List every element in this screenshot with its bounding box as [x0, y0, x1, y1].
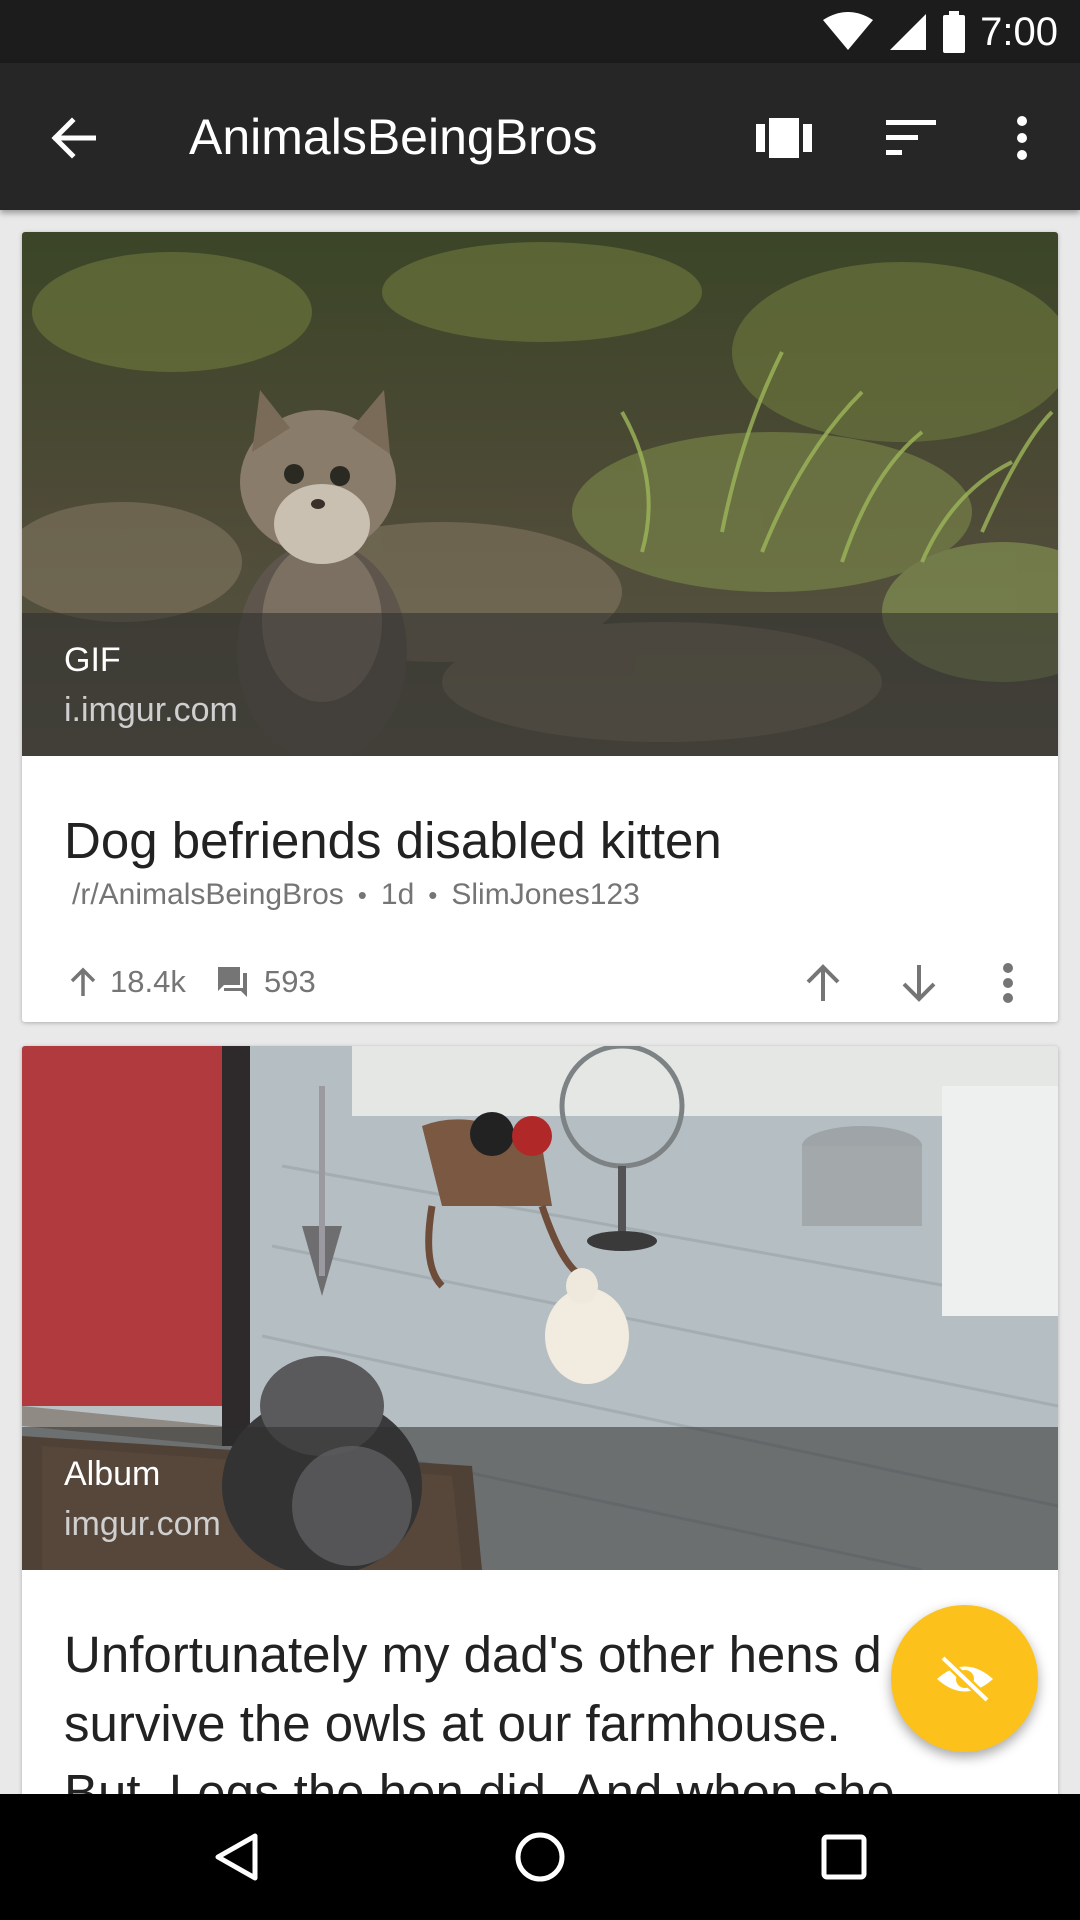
- clock: 7:00: [980, 9, 1058, 54]
- nav-home-icon: [514, 1831, 566, 1883]
- score-count: 18.4k: [110, 964, 186, 999]
- nav-back-button[interactable]: [201, 1822, 271, 1892]
- system-navigation-bar: [0, 1794, 1080, 1920]
- card-view-button[interactable]: [749, 103, 819, 173]
- post-age: 1d: [380, 878, 415, 911]
- status-icons: 7:00: [822, 8, 1058, 56]
- post-title-line: Unfortunately my dad's other hens d: [64, 1626, 882, 1683]
- sort-button[interactable]: [876, 103, 946, 173]
- nav-recents-icon: [821, 1834, 867, 1880]
- post-feed[interactable]: GIF i.imgur.com Dog befriends disabled k…: [0, 210, 1080, 1794]
- battery-icon: [942, 11, 966, 53]
- domain-label: imgur.com: [64, 1505, 221, 1543]
- media-type-label: Album: [64, 1455, 161, 1493]
- separator-dot: •: [428, 880, 438, 910]
- comments-button[interactable]: 593: [214, 964, 316, 1000]
- media-type-label: GIF: [64, 641, 121, 679]
- score-arrow-icon: [68, 966, 98, 998]
- upvote-icon: [803, 963, 843, 1003]
- app-toolbar: AnimalsBeingBros: [0, 63, 1080, 210]
- back-arrow-icon: [50, 117, 96, 159]
- status-bar: 7:00: [0, 0, 1080, 63]
- signal-icon: [888, 12, 928, 52]
- subreddit-link[interactable]: /r/AnimalsBeingBros: [72, 878, 344, 911]
- comments-icon: [214, 965, 250, 999]
- hide-read-fab[interactable]: [891, 1605, 1038, 1752]
- overflow-menu-icon: [1002, 963, 1014, 1003]
- upvote-button[interactable]: [798, 958, 848, 1008]
- sort-icon: [886, 120, 936, 156]
- overflow-menu-button[interactable]: [987, 103, 1057, 173]
- subreddit-title: AnimalsBeingBros: [189, 109, 598, 165]
- overflow-menu-icon: [1015, 115, 1029, 161]
- separator-dot: •: [357, 880, 367, 910]
- post-title[interactable]: Unfortunately my dad's other hens d surv…: [64, 1620, 1024, 1794]
- downvote-button[interactable]: [894, 958, 944, 1008]
- post-title-line: But, Legs the hen did. And when she: [64, 1764, 895, 1794]
- post-thumbnail[interactable]: GIF i.imgur.com: [22, 232, 1058, 756]
- nav-recents-button[interactable]: [809, 1822, 879, 1892]
- nav-home-button[interactable]: [505, 1822, 575, 1892]
- back-button[interactable]: [38, 103, 108, 173]
- post-thumbnail[interactable]: Album imgur.com: [22, 1046, 1058, 1570]
- media-overlay: Album imgur.com: [22, 1427, 1058, 1570]
- post-meta: /r/AnimalsBeingBros • 1d • SlimJones123: [72, 878, 640, 912]
- post-overflow-button[interactable]: [988, 958, 1028, 1008]
- wifi-icon: [822, 12, 874, 52]
- hide-read-icon: [935, 1654, 995, 1704]
- domain-label: i.imgur.com: [64, 691, 238, 729]
- score: 18.4k: [68, 964, 186, 1000]
- post-title-line: survive the owls at our farmhouse.: [64, 1695, 841, 1752]
- card-view-icon: [756, 118, 812, 158]
- post-title[interactable]: Dog befriends disabled kitten: [64, 806, 1024, 875]
- post-actions: 18.4k 593: [22, 954, 1058, 1014]
- post-card[interactable]: GIF i.imgur.com Dog befriends disabled k…: [22, 232, 1058, 1022]
- downvote-icon: [899, 963, 939, 1003]
- comment-count: 593: [264, 964, 316, 999]
- nav-back-icon: [213, 1832, 259, 1882]
- author-link[interactable]: SlimJones123: [451, 878, 639, 911]
- media-overlay: GIF i.imgur.com: [22, 613, 1058, 756]
